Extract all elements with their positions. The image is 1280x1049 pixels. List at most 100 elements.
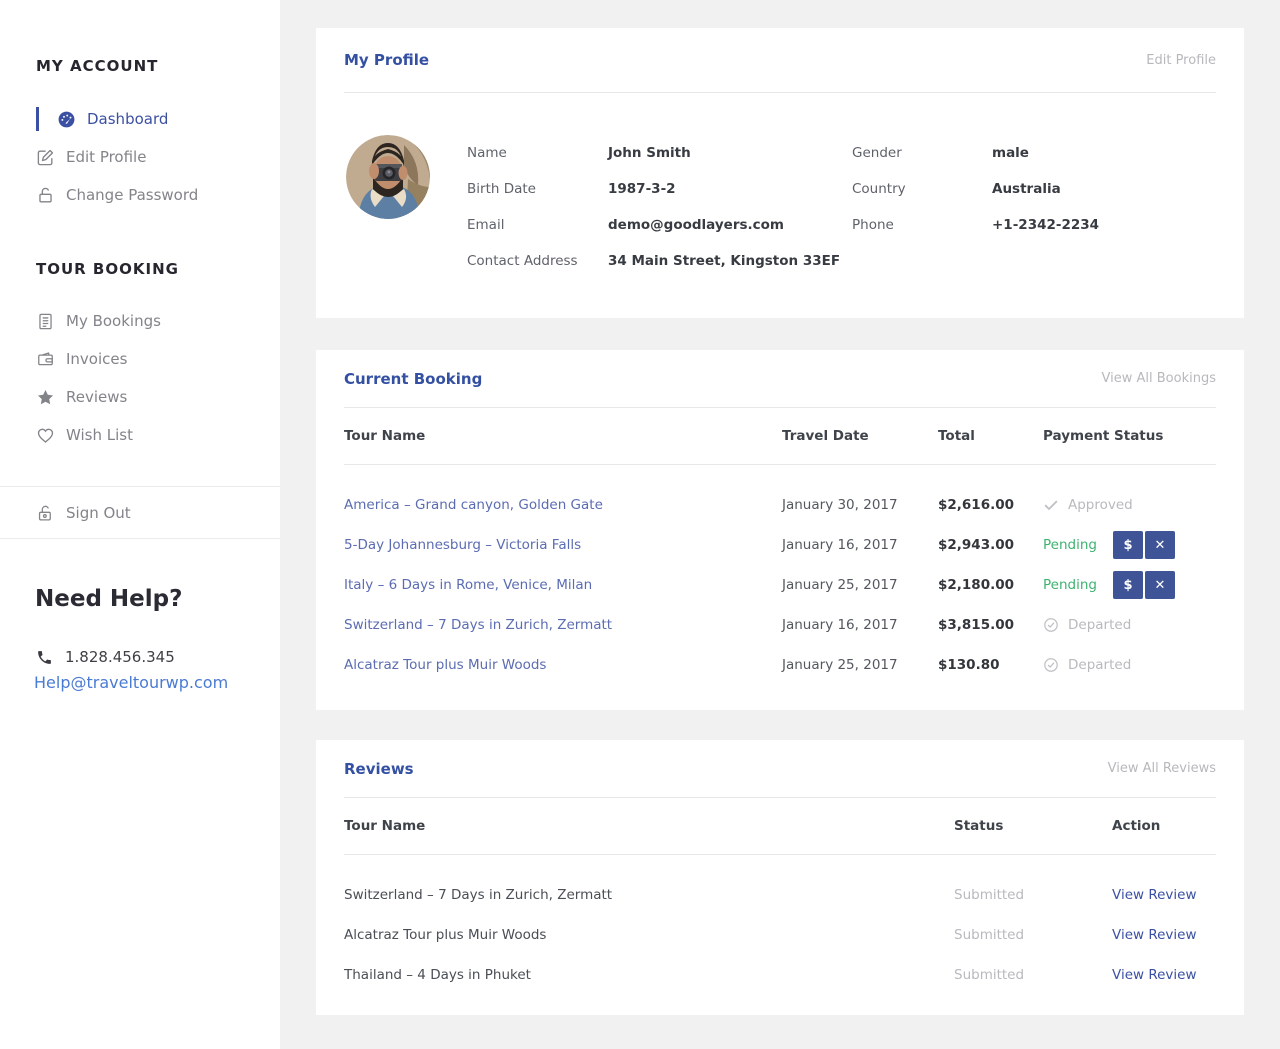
- my-profile-card: My Profile Edit Profile: [316, 28, 1244, 318]
- tour-name-link[interactable]: Alcatraz Tour plus Muir Woods: [344, 657, 782, 673]
- booking-row: America – Grand canyon, Golden Gate Janu…: [344, 485, 1216, 525]
- total-amount: $2,180.00: [938, 577, 1043, 593]
- view-review-link[interactable]: View Review: [1112, 927, 1216, 943]
- phone-icon: [36, 649, 53, 666]
- sidebar-item-label: Dashboard: [87, 110, 168, 128]
- tour-name: Switzerland – 7 Days in Zurich, Zermatt: [344, 887, 954, 903]
- view-all-reviews-link[interactable]: View All Reviews: [1108, 761, 1216, 776]
- field-label: Gender: [852, 145, 992, 161]
- circle-check-icon: [1043, 617, 1059, 633]
- sidebar-item-label: Change Password: [66, 186, 198, 204]
- booking-row: Italy – 6 Days in Rome, Venice, Milan Ja…: [344, 565, 1216, 605]
- travel-date: January 30, 2017: [782, 497, 938, 513]
- help-email-link[interactable]: Help@traveltourwp.com: [34, 673, 228, 692]
- sidebar-item-my-bookings[interactable]: My Bookings: [0, 308, 280, 334]
- active-indicator-bar: [36, 107, 39, 131]
- payment-status: Pending: [1043, 537, 1113, 553]
- review-row: Alcatraz Tour plus Muir Woods Submitted …: [344, 915, 1216, 955]
- sidebar-item-reviews[interactable]: Reviews: [0, 384, 280, 410]
- circle-check-icon: [1043, 657, 1059, 673]
- wallet-icon: [36, 350, 55, 369]
- field-value: demo@goodlayers.com: [608, 217, 852, 233]
- lock-icon: [36, 186, 55, 205]
- payment-status: Departed: [1068, 657, 1131, 673]
- field-value: Australia: [992, 181, 1216, 197]
- sidebar-item-label: Reviews: [66, 388, 127, 406]
- total-amount: $3,815.00: [938, 617, 1043, 633]
- booking-row: Switzerland – 7 Days in Zurich, Zermatt …: [344, 605, 1216, 645]
- sidebar-item-label: Wish List: [66, 426, 133, 444]
- view-review-link[interactable]: View Review: [1112, 967, 1216, 983]
- help-phone-number: 1.828.456.345: [65, 648, 175, 666]
- booking-table-header: Tour Name Travel Date Total Payment Stat…: [344, 408, 1216, 465]
- tour-name-link[interactable]: Italy – 6 Days in Rome, Venice, Milan: [344, 577, 782, 593]
- check-icon: [1043, 497, 1059, 513]
- col-travel-date: Travel Date: [782, 428, 938, 444]
- tour-name-link[interactable]: America – Grand canyon, Golden Gate: [344, 497, 782, 513]
- sidebar-item-label: Invoices: [66, 350, 127, 368]
- edit-profile-link[interactable]: Edit Profile: [1146, 53, 1216, 68]
- tour-name: Thailand – 4 Days in Phuket: [344, 967, 954, 983]
- review-row: Thailand – 4 Days in Phuket Submitted Vi…: [344, 955, 1216, 995]
- field-value: male: [992, 145, 1216, 161]
- payment-status: Departed: [1068, 617, 1131, 633]
- total-amount: $130.80: [938, 657, 1043, 673]
- travel-date: January 16, 2017: [782, 617, 938, 633]
- bookings-icon: [36, 312, 55, 331]
- booking-row: 5-Day Johannesburg – Victoria Falls Janu…: [344, 525, 1216, 565]
- col-action: Action: [1112, 818, 1216, 834]
- profile-fields: Name John Smith Gender male Birth Date 1…: [467, 135, 1216, 279]
- field-label: Phone: [852, 217, 992, 233]
- field-value: +1-2342-2234: [992, 217, 1216, 233]
- payment-status: Pending: [1043, 577, 1113, 593]
- star-icon: [36, 388, 55, 407]
- current-booking-card: Current Booking View All Bookings Tour N…: [316, 350, 1244, 710]
- col-status: Status: [954, 818, 1112, 834]
- col-tour-name: Tour Name: [344, 818, 954, 834]
- reviews-table-header: Tour Name Status Action: [344, 798, 1216, 855]
- sidebar-item-change-password[interactable]: Change Password: [0, 182, 280, 208]
- sidebar-item-label: My Bookings: [66, 312, 161, 330]
- total-amount: $2,616.00: [938, 497, 1043, 513]
- dashboard-icon: [57, 110, 76, 129]
- cancel-button[interactable]: ✕: [1145, 571, 1175, 599]
- review-row: Switzerland – 7 Days in Zurich, Zermatt …: [344, 875, 1216, 915]
- sidebar-item-sign-out[interactable]: Sign Out: [0, 500, 280, 526]
- sidebar-item-wish-list[interactable]: Wish List: [0, 422, 280, 448]
- sidebar-item-dashboard[interactable]: Dashboard: [0, 106, 280, 132]
- sidebar-item-invoices[interactable]: Invoices: [0, 346, 280, 372]
- field-label: Email: [467, 217, 608, 233]
- field-label: Birth Date: [467, 181, 608, 197]
- cancel-button[interactable]: ✕: [1145, 531, 1175, 559]
- tour-name-link[interactable]: 5-Day Johannesburg – Victoria Falls: [344, 537, 782, 553]
- heart-icon: [36, 426, 55, 445]
- sidebar-item-edit-profile[interactable]: Edit Profile: [0, 144, 280, 170]
- need-help-title: Need Help?: [35, 586, 182, 612]
- my-profile-title: My Profile: [344, 51, 429, 69]
- profile-avatar: [346, 135, 430, 219]
- col-tour-name: Tour Name: [344, 428, 782, 444]
- unlock-icon: [36, 504, 55, 523]
- col-total: Total: [938, 428, 1043, 444]
- help-phone: 1.828.456.345: [36, 648, 175, 666]
- view-review-link[interactable]: View Review: [1112, 887, 1216, 903]
- edit-icon: [36, 148, 55, 167]
- payment-status: Approved: [1068, 497, 1133, 513]
- col-payment-status: Payment Status: [1043, 428, 1216, 444]
- field-label: Name: [467, 145, 608, 161]
- travel-date: January 25, 2017: [782, 657, 938, 673]
- sidebar-heading-my-account: MY ACCOUNT: [36, 57, 158, 75]
- sidebar-divider: [0, 538, 280, 539]
- sidebar-item-label: Sign Out: [66, 504, 131, 522]
- review-status: Submitted: [954, 887, 1112, 903]
- view-all-bookings-link[interactable]: View All Bookings: [1102, 371, 1216, 386]
- review-status: Submitted: [954, 967, 1112, 983]
- tour-name: Alcatraz Tour plus Muir Woods: [344, 927, 954, 943]
- total-amount: $2,943.00: [938, 537, 1043, 553]
- tour-name-link[interactable]: Switzerland – 7 Days in Zurich, Zermatt: [344, 617, 782, 633]
- pay-button[interactable]: $: [1113, 571, 1143, 599]
- travel-date: January 16, 2017: [782, 537, 938, 553]
- field-label: Country: [852, 181, 992, 197]
- pay-button[interactable]: $: [1113, 531, 1143, 559]
- field-label: Contact Address: [467, 253, 608, 269]
